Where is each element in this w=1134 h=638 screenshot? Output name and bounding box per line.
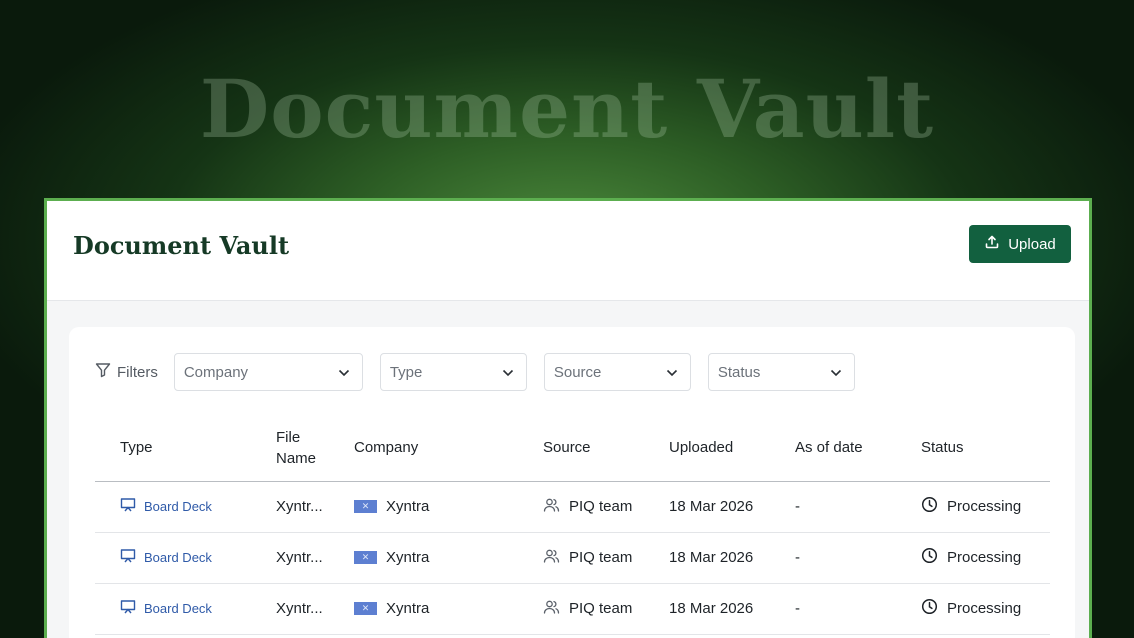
column-header-as-of-date[interactable]: As of date <box>795 415 921 482</box>
uploaded-date: 18 Mar 2026 <box>669 532 795 584</box>
source-filter-select[interactable]: Source <box>543 353 691 391</box>
chevron-down-icon <box>502 364 514 381</box>
presentation-icon <box>120 599 136 618</box>
clock-icon <box>921 496 938 517</box>
uploaded-date: 18 Mar 2026 <box>669 481 795 533</box>
filter-bar: Filters Company Type Source Status <box>95 353 872 391</box>
status-label: Processing <box>947 549 1022 566</box>
hero-title: Document Vault <box>199 62 935 156</box>
documents-card: Filters Company Type Source Status Type … <box>69 327 1075 638</box>
users-icon <box>543 497 560 517</box>
company-name: Xyntra <box>386 498 430 515</box>
document-type-label: Board Deck <box>144 601 212 616</box>
as-of-date: - <box>795 481 921 533</box>
clock-icon <box>921 598 938 619</box>
filters-label: Filters <box>117 363 158 381</box>
table-row[interactable]: Board Deck Xyntr... ✕ Xyntra PIQ team 18… <box>95 583 1050 635</box>
page-header: Document Vault Upload <box>47 201 1089 301</box>
source-name: PIQ team <box>569 549 633 566</box>
status-filter-select[interactable]: Status <box>707 353 855 391</box>
company-logo-icon: ✕ <box>354 602 377 615</box>
table-row[interactable]: Board Deck Xyntr... ✕ Xyntra PIQ team 18… <box>95 481 1050 533</box>
company-logo-icon: ✕ <box>354 500 377 513</box>
column-header-status[interactable]: Status <box>921 415 1050 482</box>
document-type-link[interactable]: Board Deck <box>120 599 276 618</box>
status-label: Processing <box>947 498 1022 515</box>
as-of-date: - <box>795 532 921 584</box>
users-icon <box>543 599 560 619</box>
presentation-icon <box>120 548 136 567</box>
document-type-label: Board Deck <box>144 550 212 565</box>
company-filter-placeholder: Company <box>183 363 249 381</box>
documents-table: Type File Name Company Source Uploaded A… <box>95 415 1050 635</box>
column-header-type[interactable]: Type <box>95 415 276 482</box>
company-logo-icon: ✕ <box>354 551 377 564</box>
upload-label: Upload <box>1008 235 1056 253</box>
document-type-link[interactable]: Board Deck <box>120 497 276 516</box>
presentation-icon <box>120 497 136 516</box>
document-type-label: Board Deck <box>144 499 212 514</box>
column-header-file-name[interactable]: File Name <box>276 415 354 482</box>
source-name: PIQ team <box>569 498 633 515</box>
column-header-source[interactable]: Source <box>543 415 669 482</box>
file-name-cell[interactable]: Xyntr... <box>276 532 354 584</box>
app-window: Document Vault Upload Filters Company Ty… <box>44 198 1092 638</box>
filter-icon <box>95 362 111 382</box>
users-icon <box>543 548 560 568</box>
uploaded-date: 18 Mar 2026 <box>669 583 795 635</box>
status-filter-placeholder: Status <box>717 363 761 381</box>
clock-icon <box>921 547 938 568</box>
type-filter-placeholder: Type <box>389 363 423 381</box>
file-name-cell[interactable]: Xyntr... <box>276 481 354 533</box>
chevron-down-icon <box>338 364 350 381</box>
column-header-uploaded[interactable]: Uploaded <box>669 415 795 482</box>
company-filter-select[interactable]: Company <box>173 353 363 391</box>
type-filter-select[interactable]: Type <box>379 353 527 391</box>
filters-toggle[interactable]: Filters <box>95 362 158 382</box>
source-filter-placeholder: Source <box>553 363 602 381</box>
column-header-file-name-label: File Name <box>276 428 317 467</box>
table-row[interactable]: Board Deck Xyntr... ✕ Xyntra PIQ team 18… <box>95 532 1050 584</box>
company-name: Xyntra <box>386 549 430 566</box>
upload-button[interactable]: Upload <box>969 225 1071 263</box>
status-label: Processing <box>947 600 1022 617</box>
column-header-company[interactable]: Company <box>354 415 543 482</box>
document-type-link[interactable]: Board Deck <box>120 548 276 567</box>
table-header-row: Type File Name Company Source Uploaded A… <box>95 415 1050 482</box>
page-title: Document Vault <box>73 231 290 260</box>
upload-icon <box>984 234 1000 254</box>
file-name-cell[interactable]: Xyntr... <box>276 583 354 635</box>
source-name: PIQ team <box>569 600 633 617</box>
chevron-down-icon <box>830 364 842 381</box>
as-of-date: - <box>795 583 921 635</box>
company-name: Xyntra <box>386 600 430 617</box>
chevron-down-icon <box>666 364 678 381</box>
